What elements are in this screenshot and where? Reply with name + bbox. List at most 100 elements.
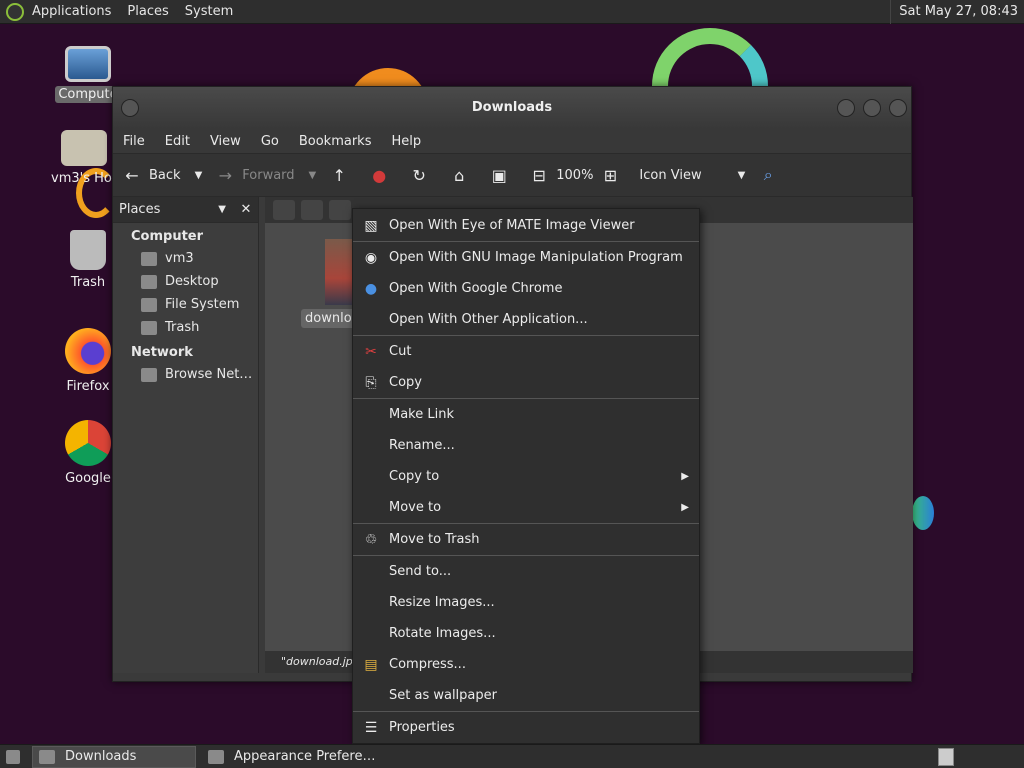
reload-button[interactable]: ↻ [408,164,436,186]
menu-system[interactable]: System [177,4,241,19]
context-menu-item[interactable]: Rotate Images... [353,618,699,649]
trash-icon [70,230,106,270]
workspace-switcher[interactable] [938,746,956,768]
close-button[interactable] [889,99,907,117]
menu-places[interactable]: Places [119,4,176,19]
sidebar-item-vm3[interactable]: vm3 [113,247,258,270]
sidebar-item-label: Trash [165,320,200,335]
mate-logo-icon[interactable] [6,2,24,21]
drive-icon [141,297,157,312]
search-icon: ⌕ [763,165,773,184]
task-appearance[interactable]: Appearance Prefere… [202,746,382,768]
zoom-out-icon[interactable]: ⊟ [528,164,550,186]
sidebar-item-trash[interactable]: Trash [113,316,258,339]
up-arrow-icon: ↑ [332,165,346,185]
sidebar-section-computer: Computer [131,229,204,244]
desktop-icon-label: vm3's Hor [51,171,118,186]
home-folder-icon [61,130,107,166]
home-icon [141,251,157,266]
zoom-in-icon[interactable]: ⊞ [599,164,621,186]
clock[interactable]: Sat May 27, 08:43 [890,0,1018,24]
context-menu-item[interactable]: Move to ▶ [353,492,699,523]
close-icon[interactable]: ✕ [234,202,258,217]
back-arrow-icon: ← [125,165,139,185]
context-menu-item[interactable]: ◉ Open With GNU Image Manipulation Progra… [353,242,699,273]
view-mode-select[interactable]: Icon View ▼ [639,168,745,183]
sidebar-item-label: Browse Net… [165,367,253,382]
context-menu-item[interactable]: Open With Other Application... [353,304,699,335]
sidebar-item-file-system[interactable]: File System [113,293,258,316]
up-button[interactable]: ↑ [328,164,356,186]
context-menu-item-label: Open With GNU Image Manipulation Program [389,250,683,265]
sidebar: Places ▼ ✕ Computer vm3 Desktop File Sys… [113,197,259,673]
context-menu-item[interactable]: ⎘ Copy [353,367,699,398]
workspace-icon [938,747,954,766]
context-menu-item[interactable]: Send to... [353,556,699,587]
trash-icon [141,320,157,335]
minimize-button[interactable] [837,99,855,117]
menu-edit[interactable]: Edit [155,134,200,149]
context-menu: ▧ Open With Eye of MATE Image Viewer ◉ Open… [352,208,700,744]
context-menu-item-label: Properties [389,720,455,735]
context-menu-item[interactable]: Make Link [353,399,699,430]
menu-go[interactable]: Go [251,134,289,149]
maximize-button[interactable] [863,99,881,117]
task-label: Downloads [65,749,137,764]
back-button[interactable]: ← Back ▼ [121,164,202,186]
desktop-icon-home[interactable]: vm3's Hor [48,130,120,187]
folder-icon [39,749,55,764]
menu-help[interactable]: Help [381,134,431,149]
chevron-down-icon[interactable]: ▼ [218,204,226,215]
chrome-icon [65,420,111,466]
context-menu-item[interactable]: Set as wallpaper [353,680,699,711]
properties-icon: ☰ [364,719,378,736]
context-menu-item[interactable]: ● Open With Google Chrome [353,273,699,304]
context-menu-item[interactable]: Copy to ▶ [353,461,699,492]
context-menu-item[interactable]: ♲ Move to Trash [353,524,699,555]
sidebar-selector[interactable]: Places [119,202,214,217]
firefox-icon [65,328,111,374]
back-label: Back [149,167,181,183]
desktop-icon-label: Trash [70,275,106,290]
home-icon: ⌂ [454,165,465,185]
context-menu-item[interactable]: ▤ Compress... [353,649,699,680]
task-label: Appearance Prefere… [234,749,376,764]
chevron-down-icon[interactable]: ▼ [195,170,203,181]
sidebar-item-browse-network[interactable]: Browse Net… [113,363,258,386]
stop-button[interactable]: ● [368,164,396,186]
archive-icon: ▤ [364,656,378,673]
forward-button[interactable]: → Forward ▼ [214,164,317,186]
menu-applications[interactable]: Applications [24,4,119,19]
path-left-arrow-icon[interactable] [301,200,323,220]
sidebar-item-desktop[interactable]: Desktop [113,270,258,293]
context-menu-item[interactable]: ☰ Properties [353,712,699,743]
chevron-down-icon[interactable]: ▼ [309,170,317,181]
search-button[interactable]: ⌕ [757,164,785,186]
sidebar-item-label: File System [165,297,240,312]
desktop-icon [141,274,157,289]
task-downloads[interactable]: Downloads [32,745,196,768]
context-menu-item[interactable]: Resize Images... [353,587,699,618]
window-menu-button[interactable] [121,99,139,117]
desktop-icon-label: Firefox [66,379,110,394]
file-thumbnail[interactable] [325,239,355,305]
computer-button[interactable]: ▣ [488,164,516,186]
chevron-right-icon: ▶ [681,471,689,482]
file-label[interactable]: downlo [301,309,356,328]
context-menu-item[interactable]: ✂ Cut [353,336,699,367]
toolbar: ← Back ▼ → Forward ▼ ↑ ● ↻ ⌂ ▣ ⊟ 100% ⊞ … [113,153,911,197]
menu-file[interactable]: File [113,134,155,149]
edit-location-icon[interactable] [273,200,295,220]
home-button[interactable]: ⌂ [448,164,476,186]
menu-bookmarks[interactable]: Bookmarks [289,134,382,149]
window-titlebar[interactable]: Downloads [113,87,911,129]
menu-view[interactable]: View [200,134,251,149]
show-desktop-button[interactable] [0,746,26,768]
context-menu-item[interactable]: Rename... [353,430,699,461]
context-menu-item-label: Move to Trash [389,532,480,547]
context-menu-item-label: Open With Google Chrome [389,281,563,296]
chevron-down-icon: ▼ [737,169,746,181]
zoom-control: ⊟ 100% ⊞ [528,164,627,186]
path-home-icon[interactable] [329,200,351,220]
context-menu-item[interactable]: ▧ Open With Eye of MATE Image Viewer [353,210,699,241]
